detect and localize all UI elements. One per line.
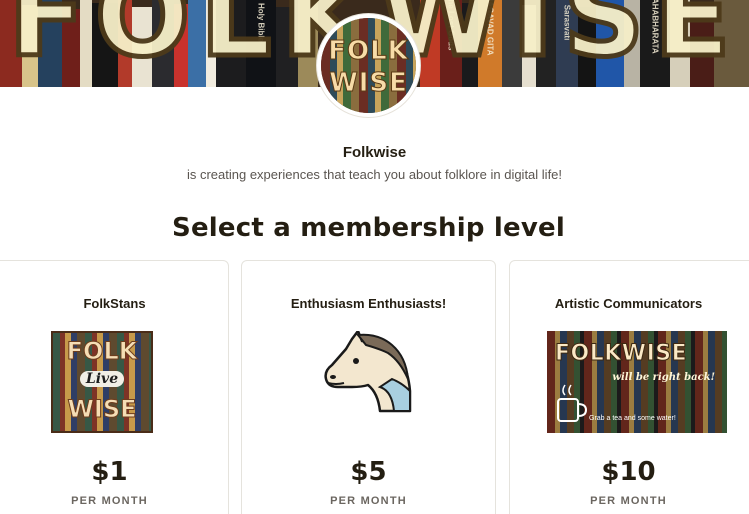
- creator-name[interactable]: Folkwise: [0, 144, 749, 161]
- tier-image-note: Grab a tea and some water!: [589, 415, 676, 422]
- tier-name: FolkStans: [83, 296, 146, 311]
- tier-image: FOLKWISE will be right back! Grab a tea …: [547, 331, 727, 433]
- tier-image: FOLK Live WISE: [51, 331, 153, 433]
- creator-avatar[interactable]: FOLK WISE: [317, 14, 420, 117]
- tier-image-text: FOLK: [66, 337, 138, 366]
- avatar-text-line2: WISE: [329, 68, 408, 99]
- tier-price: $5: [350, 457, 387, 487]
- tier-period: PER MONTH: [590, 495, 667, 507]
- tier-name: Enthusiasm Enthusiasts!: [290, 296, 447, 311]
- horse-head-icon: [322, 331, 414, 415]
- tier-name: Artistic Communicators: [554, 296, 703, 311]
- tier-card-folkstans[interactable]: FolkStans FOLK Live WISE $1 PER MONTH: [0, 260, 229, 514]
- tier-image-subtitle: will be right back!: [612, 372, 715, 383]
- tier-period: PER MONTH: [330, 495, 407, 507]
- tier-card-artistic-communicators[interactable]: Artistic Communicators FOLKWISE will be …: [509, 260, 749, 514]
- tier-price: $1: [91, 457, 128, 487]
- tier-image-title: FOLKWISE: [554, 341, 688, 367]
- tier-card-enthusiasm-enthusiasts[interactable]: Enthusiasm Enthusiasts! $5 PER MONTH: [241, 260, 496, 514]
- avatar-text-line1: FOLK: [328, 36, 409, 67]
- tier-period: PER MONTH: [71, 495, 148, 507]
- creator-tagline: is creating experiences that teach you a…: [186, 167, 563, 182]
- tier-price: $10: [601, 457, 656, 487]
- page-title: Select a membership level: [172, 213, 565, 243]
- tier-image-badge: Live: [53, 371, 151, 387]
- tier-image-text: WISE: [67, 395, 137, 424]
- coffee-mug-icon: [557, 384, 588, 422]
